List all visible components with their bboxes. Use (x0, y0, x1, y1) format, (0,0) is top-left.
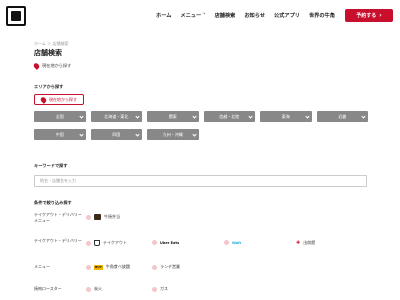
nav-news[interactable]: お知らせ (244, 12, 265, 19)
condition-label: メニュー (34, 264, 50, 269)
nav-world[interactable]: 世界の牛角 (309, 12, 335, 19)
nav-store-search[interactable]: 店舗検索 (215, 12, 236, 19)
option-wolt[interactable]: Wolt (224, 240, 241, 245)
area-section-label: エリアから探す (34, 84, 64, 89)
option-charcoal[interactable]: 炭火 (86, 286, 102, 292)
chevron-right-icon: › (379, 12, 382, 19)
location-pin-icon (39, 95, 48, 104)
reserve-button[interactable]: 予約する › (345, 9, 393, 22)
demaekan-logo-icon: ✚ (296, 240, 301, 246)
checkbox[interactable] (86, 214, 91, 220)
area-button-shikoku[interactable]: 四国 (90, 129, 142, 140)
keyword-search-input[interactable]: 地名・店舗名を入力 (34, 175, 367, 187)
area-button-grid: 全国 北海道・東北 関東 信越・北陸 東海 近畿 中国 四国 九州・沖縄 (34, 111, 368, 140)
keyword-section-label: キーワードで探す (34, 163, 68, 168)
uber-eats-logo: Uber Eats (160, 240, 180, 245)
site-header: ホーム メニュー ˅ 店舗検索 お知らせ 公式アプリ 世界の牛角 予約する › (0, 0, 400, 32)
breadcrumb: ホーム ＞ 店舗検索 (34, 41, 69, 46)
area-button-tokai[interactable]: 東海 (260, 111, 312, 122)
option-lunch[interactable]: ランチ営業 (152, 264, 180, 270)
page-title: 店舗検索 (34, 49, 62, 57)
option-gas[interactable]: ガス (152, 286, 168, 292)
location-pin-icon (32, 62, 41, 70)
nav-home[interactable]: ホーム (156, 12, 171, 19)
chevron-down-icon: ˅ (201, 13, 206, 19)
breadcrumb-current: 店舗検索 (52, 41, 69, 46)
checkbox[interactable] (224, 240, 229, 245)
area-button-nationwide[interactable]: 全国 (34, 111, 86, 122)
checkbox[interactable] (152, 286, 157, 292)
area-button-shinetsu-hokuriku[interactable]: 信越・北陸 (203, 111, 255, 122)
checkbox[interactable] (86, 240, 91, 246)
nav-official-app[interactable]: 公式アプリ (274, 12, 300, 19)
checkbox[interactable] (86, 264, 91, 270)
current-location-button[interactable]: 現在地から探す (34, 94, 84, 105)
global-nav: ホーム メニュー ˅ 店舗検索 お知らせ 公式アプリ 世界の牛角 (156, 12, 335, 19)
option-demaekan[interactable]: ✚ 出前館 (296, 240, 315, 246)
bento-icon (94, 214, 101, 220)
option-uber-eats[interactable]: Uber Eats (152, 240, 179, 245)
option-all-you-can-eat[interactable]: BUY 牛角食べ放題 (86, 264, 130, 270)
option-gyuyaki-bento[interactable]: 牛焼弁当 (86, 214, 120, 220)
area-button-kanto[interactable]: 関東 (147, 111, 199, 122)
wolt-logo: Wolt (232, 240, 242, 245)
condition-label: テイクアウト・デリバリーメニュー (34, 212, 82, 223)
condition-label: テイクアウト・デリバリー (34, 238, 82, 243)
breadcrumb-home[interactable]: ホーム (34, 41, 46, 46)
option-takeout[interactable]: テイクアウト (86, 240, 127, 246)
checkbox[interactable] (86, 286, 91, 292)
area-button-chugoku[interactable]: 中国 (34, 129, 86, 140)
conditions-section-label: 条件で絞り込み探す (34, 200, 72, 205)
area-button-hokkaido-tohoku[interactable]: 北海道・東北 (90, 111, 142, 122)
near-location-link[interactable]: 現在地から探す (32, 62, 71, 70)
area-button-kyushu-okinawa[interactable]: 九州・沖縄 (147, 129, 199, 140)
area-button-kinki[interactable]: 近畿 (316, 111, 368, 122)
checkbox[interactable] (152, 240, 157, 245)
nav-menu[interactable]: メニュー ˅ (180, 12, 205, 19)
condition-label: 焼肉ロースター (34, 286, 62, 291)
menu-badge-icon: BUY (94, 264, 103, 270)
takeout-cup-icon (94, 240, 100, 246)
brand-logo[interactable] (6, 6, 26, 26)
checkbox[interactable] (152, 264, 157, 270)
